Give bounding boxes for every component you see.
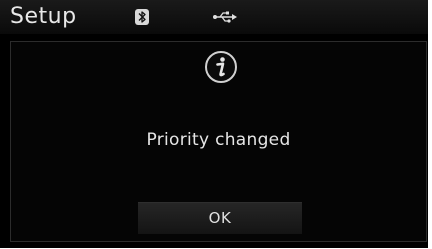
dialog-message: Priority changed <box>146 130 291 150</box>
screen: Setup Priority changed OK <box>0 0 430 248</box>
info-icon <box>205 51 237 83</box>
ok-button[interactable]: OK <box>138 202 302 234</box>
usb-icon <box>213 11 237 23</box>
page-title: Setup <box>10 4 77 29</box>
status-bar: Setup <box>0 0 428 34</box>
bluetooth-icon <box>135 9 149 25</box>
info-dialog: Priority changed OK <box>10 41 427 242</box>
